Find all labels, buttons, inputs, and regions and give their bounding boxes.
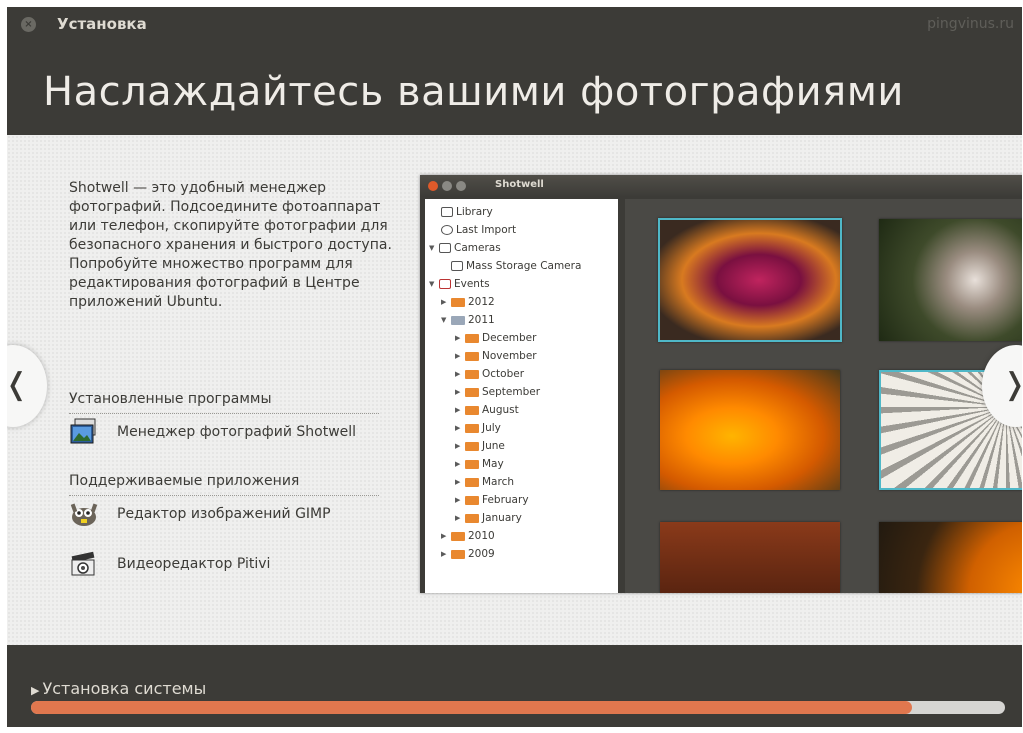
installed-app-shotwell[interactable]: Менеджер фотографий Shotwell — [69, 416, 356, 448]
shotwell-icon — [69, 417, 99, 447]
pitivi-icon — [69, 549, 99, 579]
folder-icon — [465, 405, 479, 415]
folder-icon — [465, 459, 479, 469]
previous-slide-button[interactable]: ❬ — [7, 345, 47, 427]
folder-icon — [465, 333, 479, 343]
last-import-icon — [441, 225, 453, 235]
shotwell-preview: Shotwell Library Last Import ▼ Cameras M… — [420, 175, 1022, 593]
tree-item-cameras: ▼ Cameras — [429, 242, 501, 254]
close-icon[interactable]: × — [21, 17, 36, 32]
minimize-icon — [442, 181, 452, 191]
folder-icon — [465, 351, 479, 361]
app-label: Редактор изображений GIMP — [117, 506, 331, 522]
photo-thumbnail — [658, 218, 842, 342]
progress-area: ▶ Установка системы — [7, 645, 1022, 727]
folder-icon — [451, 531, 465, 541]
tree-item-month: ▶ June — [455, 440, 505, 452]
photo-thumbnail — [660, 522, 840, 593]
progress-expander[interactable]: ▶ Установка системы — [31, 679, 206, 698]
folder-icon — [465, 423, 479, 433]
cameras-icon — [439, 243, 451, 253]
progress-label: Установка системы — [42, 679, 207, 698]
folder-icon — [465, 513, 479, 523]
preview-title-bar: Shotwell — [420, 175, 1022, 197]
library-icon — [441, 207, 453, 217]
window-title: Установка — [57, 15, 147, 33]
app-label: Видеоредактор Pitivi — [117, 556, 271, 572]
close-icon — [428, 181, 438, 191]
slide-heading: Наслаждайтесь вашими фотографиями — [43, 69, 904, 115]
folder-icon — [465, 477, 479, 487]
tree-item-last-import: Last Import — [441, 221, 516, 239]
supported-app-pitivi[interactable]: Видеоредактор Pitivi — [69, 548, 270, 580]
photo-thumbnail — [879, 219, 1022, 341]
tree-item-month: ▶ July — [455, 422, 501, 434]
folder-icon — [465, 495, 479, 505]
tree-item-month: ▶ March — [455, 476, 515, 488]
tree-item-month: ▶ October — [455, 368, 525, 380]
slide-description: Shotwell — это удобный менеджер фотограф… — [69, 180, 392, 310]
tree-item-2009: ▶ 2009 — [441, 548, 495, 560]
tree-item-mass-storage: Mass Storage Camera — [451, 257, 581, 275]
photo-thumbnail — [660, 370, 840, 490]
gimp-icon — [69, 499, 99, 529]
events-icon — [439, 279, 451, 289]
tree-item-2012: ▶ 2012 — [441, 296, 495, 308]
expander-arrow-icon: ▶ — [31, 684, 40, 697]
supported-section-title: Поддерживаемые приложения — [69, 473, 379, 496]
tree-item-month: ▶ February — [455, 494, 529, 506]
tree-item-events: ▼ Events — [429, 278, 490, 290]
tree-item-month: ▶ May — [455, 458, 504, 470]
tree-item-library: Library — [441, 203, 493, 221]
tree-item-2011: ▼ 2011 — [441, 314, 495, 326]
supported-app-gimp[interactable]: Редактор изображений GIMP — [69, 498, 331, 530]
installer-window: × Установка pingvinus.ru Наслаждайтесь в… — [7, 7, 1022, 727]
slide-content: Shotwell — это удобный менеджер фотограф… — [7, 135, 1022, 645]
maximize-icon — [456, 181, 466, 191]
camera-icon — [451, 261, 463, 271]
folder-icon — [465, 387, 479, 397]
photo-thumbnail — [879, 522, 1022, 593]
tree-item-month: ▶ August — [455, 404, 519, 416]
folder-icon — [465, 369, 479, 379]
folder-icon — [451, 549, 465, 559]
shotwell-sidebar: Library Last Import ▼ Cameras Mass Stora… — [425, 199, 618, 593]
tree-item-month: ▶ November — [455, 350, 537, 362]
app-label: Менеджер фотографий Shotwell — [117, 424, 357, 440]
tree-item-2010: ▶ 2010 — [441, 530, 495, 542]
tree-item-month: ▶ September — [455, 386, 541, 398]
tree-item-month: ▶ January — [455, 512, 522, 524]
folder-icon — [465, 441, 479, 451]
progress-bar-fill — [31, 701, 913, 714]
watermark: pingvinus.ru — [927, 16, 1014, 32]
photo-grid — [625, 199, 1022, 593]
progress-bar — [31, 701, 1005, 714]
installed-section-title: Установленные программы — [69, 391, 379, 414]
folder-icon — [451, 297, 465, 307]
folder-icon — [451, 315, 465, 325]
title-bar: × Установка pingvinus.ru — [7, 7, 1022, 41]
preview-title: Shotwell — [495, 179, 544, 190]
tree-item-month: ▶ December — [455, 332, 537, 344]
